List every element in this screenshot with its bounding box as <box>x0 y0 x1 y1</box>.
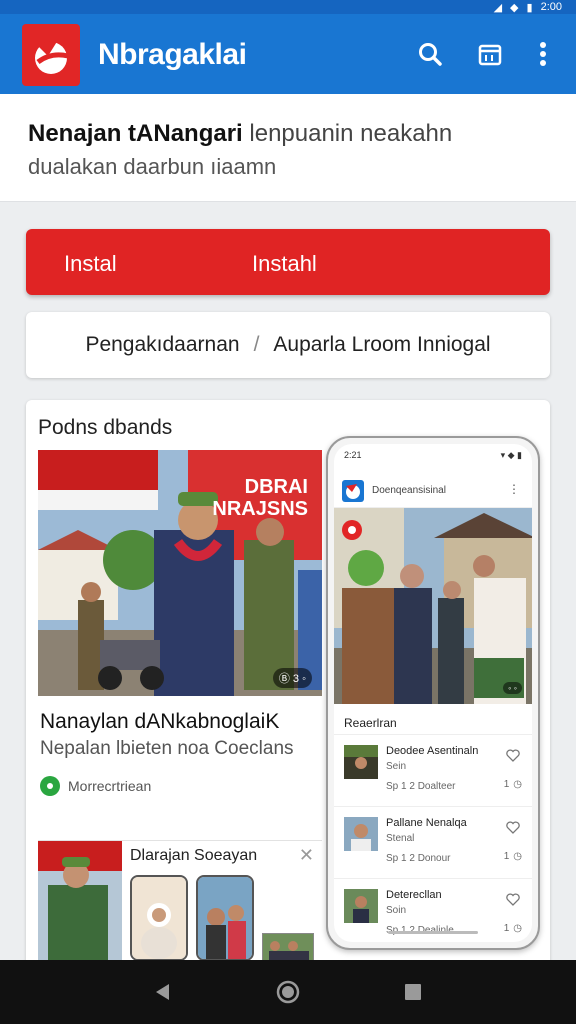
list-item[interactable]: Pallane Nenalqa Stenal Sp 1 2 Donour 1 ◷ <box>334 806 532 878</box>
list-item-sub: Sein <box>386 761 407 772</box>
list-item[interactable]: Deodee Asentinaln Sein Sp 1 2 Doalteer 1… <box>334 734 532 806</box>
article-source[interactable]: Morrecrtriean <box>40 776 151 796</box>
battery-icon: ▮ <box>526 1 533 14</box>
count-value: 1 <box>503 779 510 790</box>
hero-badge: Ⓑ 3 ◦ <box>272 668 312 688</box>
install-button[interactable]: Instal Instahl <box>26 229 550 295</box>
screenshot-thumb[interactable] <box>130 875 188 961</box>
install-label-left: Instal <box>64 251 117 276</box>
breadcrumb-separator: / <box>253 333 260 356</box>
screenshot-thumb[interactable] <box>196 875 254 961</box>
article-title[interactable]: Nanaylan dANkabnoglaiK <box>40 710 279 734</box>
list-item-thumb <box>344 817 378 851</box>
list-item-sub: Stenal <box>386 833 415 844</box>
phone-status-icons: ▾ ◆ ▮ <box>500 450 522 460</box>
timer-icon: ◷ <box>513 779 522 790</box>
close-icon[interactable]: ✕ <box>299 845 314 866</box>
mini-card[interactable]: Dlarajan Soeayan ✕ <box>38 840 322 970</box>
phone-screen: 2:21 ▾ ◆ ▮ Doenqeansisinal ⋮ ◦ ◦ Reaerlr… <box>334 444 532 942</box>
list-item-title: Deodee Asentinaln <box>386 745 479 757</box>
list-item-count: 1 ◷ <box>504 779 522 790</box>
status-time: 2:00 <box>540 1 562 13</box>
phone-time: 2:21 <box>344 450 362 460</box>
source-name: Morrecrtriean <box>68 778 152 794</box>
timer-icon: ◷ <box>513 851 522 862</box>
list-item-title: Pallane Nenalqa <box>386 817 467 829</box>
search-icon[interactable] <box>414 38 446 70</box>
header-card: Nenajan tANangari lenpuanin neakahn dual… <box>0 94 576 202</box>
heart-icon[interactable] <box>506 821 520 839</box>
heart-icon[interactable] <box>506 749 520 767</box>
list-item-thumb <box>344 745 378 779</box>
article-subtitle: Nepalan lbieten noa Coeclans <box>40 738 294 759</box>
page-title-rest: lenpuanin neakahn <box>249 120 453 147</box>
status-bar: ◢ ◆ ▮ 2:00 <box>0 0 576 14</box>
recents-icon[interactable] <box>393 972 433 1012</box>
breadcrumb-item-right[interactable]: Auparla Lroom Inniogal <box>273 333 490 357</box>
source-icon <box>40 776 60 796</box>
content-card: Podns dbands DBRAI NRAJSNS Ⓑ 3 ◦ Nanayla… <box>26 400 550 970</box>
more-vert-icon[interactable] <box>527 38 559 70</box>
phone-status-bar: 2:21 ▾ ◆ ▮ <box>344 450 522 464</box>
list-item-count: 1 ◷ <box>504 851 522 862</box>
list-item-sub: Soin <box>386 905 407 916</box>
phone-mockup: 2:21 ▾ ◆ ▮ Doenqeansisinal ⋮ ◦ ◦ Reaerlr… <box>326 436 540 950</box>
app-title: Nbragaklai <box>98 38 247 71</box>
list-item-thumb <box>344 889 378 923</box>
navigation-bar <box>0 960 576 1024</box>
phone-section-title: Reaerlran <box>344 716 397 730</box>
heart-icon[interactable] <box>506 893 520 911</box>
back-icon[interactable] <box>143 972 183 1012</box>
calendar-icon[interactable] <box>474 38 506 70</box>
breadcrumb-item-left[interactable]: Pengakıdaarnan <box>85 333 239 357</box>
phone-app-logo <box>342 480 364 502</box>
screenshot-thumb[interactable] <box>262 933 314 961</box>
phone-app-title: Doenqeansisinal <box>372 485 446 496</box>
phone-home-indicator <box>388 931 478 934</box>
install-label-right: Instahl <box>252 251 317 276</box>
signal-icon: ◢ <box>493 1 503 14</box>
more-vert-icon[interactable]: ⋮ <box>508 482 520 496</box>
page-title-bold: Nenajan tANangari <box>28 120 243 147</box>
page-title: Nenajan tANangari lenpuanin neakahn <box>28 120 452 148</box>
phone-hero-image[interactable]: ◦ ◦ <box>334 508 532 704</box>
timer-icon: ◷ <box>513 923 522 934</box>
breadcrumb: Pengakıdaarnan / Auparla Lroom Inniogal <box>26 312 550 378</box>
mini-title: Dlarajan Soeayan <box>130 847 258 864</box>
mini-thumb <box>38 841 122 970</box>
wifi-icon: ◆ <box>510 1 519 14</box>
phone-hero-badge: ◦ ◦ <box>503 682 522 694</box>
home-icon[interactable] <box>268 972 308 1012</box>
section-title: Podns dbands <box>38 416 173 439</box>
list-item-count: 1 ◷ <box>504 923 522 934</box>
app-logo[interactable] <box>22 24 80 86</box>
list-item-meta: Sp 1 2 Doalteer <box>386 781 456 792</box>
hero-banner-text: DBRAI NRAJSNS <box>212 476 308 520</box>
count-value: 1 <box>503 923 510 934</box>
page-description: dualakan daarbun ıiaamn <box>28 154 277 179</box>
app-bar: Nbragaklai <box>0 14 576 94</box>
phone-app-bar: Doenqeansisinal ⋮ <box>334 474 532 508</box>
count-value: 1 <box>503 851 510 862</box>
list-item-meta: Sp 1 2 Donour <box>386 853 451 864</box>
hero-image[interactable]: DBRAI NRAJSNS Ⓑ 3 ◦ <box>38 450 322 696</box>
list-item-title: Deterecllan <box>386 889 442 901</box>
